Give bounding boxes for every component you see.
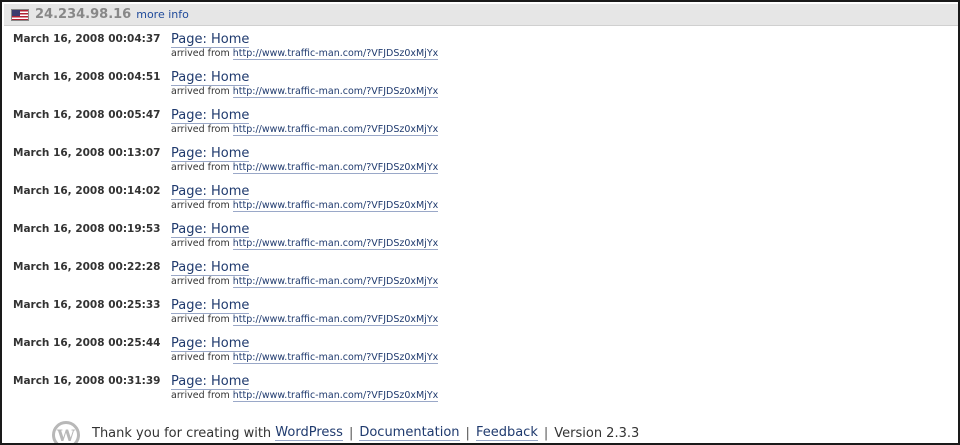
admin-footer: W Thank you for creating with WordPress |… — [52, 420, 640, 443]
hit-timestamp: March 16, 2008 00:19:53 — [13, 223, 161, 235]
hit-list: March 16, 2008 00:04:37 Page: Home arriv… — [13, 32, 913, 412]
footer-separator: | — [465, 425, 470, 441]
stats-window: 24.234.98.16 more info March 16, 2008 00… — [0, 0, 960, 445]
feedback-link[interactable]: Feedback — [475, 425, 538, 441]
arrived-from-label: arrived from — [171, 352, 230, 363]
referrer-link[interactable]: http://www.traffic-man.com/?VFJDSz0xMjYx — [232, 86, 439, 98]
footer-separator: | — [348, 425, 354, 441]
hit-row: March 16, 2008 00:25:33 Page: Home arriv… — [13, 298, 913, 336]
us-flag-icon — [11, 8, 29, 21]
arrived-from-label: arrived from — [171, 238, 230, 249]
wordpress-link[interactable]: WordPress — [275, 425, 343, 441]
hit-page-link[interactable]: Page: Home — [171, 184, 250, 200]
hit-page-link[interactable]: Page: Home — [171, 336, 250, 352]
wordpress-logo-icon: W — [52, 421, 80, 443]
hit-row: March 16, 2008 00:05:47 Page: Home arriv… — [13, 108, 913, 146]
hit-arrived-from: arrived from http://www.traffic-man.com/… — [171, 390, 439, 402]
hit-row: March 16, 2008 00:19:53 Page: Home arriv… — [13, 222, 913, 260]
hit-page-link[interactable]: Page: Home — [171, 32, 250, 48]
hit-timestamp: March 16, 2008 00:31:39 — [13, 375, 161, 387]
visitor-ip: 24.234.98.16 — [35, 7, 132, 22]
referrer-link[interactable]: http://www.traffic-man.com/?VFJDSz0xMjYx — [232, 276, 439, 288]
hit-page-link[interactable]: Page: Home — [171, 70, 250, 86]
arrived-from-label: arrived from — [171, 314, 230, 325]
hit-timestamp: March 16, 2008 00:13:07 — [13, 147, 161, 159]
hit-row: March 16, 2008 00:04:37 Page: Home arriv… — [13, 32, 913, 70]
hit-arrived-from: arrived from http://www.traffic-man.com/… — [171, 48, 439, 60]
arrived-from-label: arrived from — [171, 162, 230, 173]
hit-row: March 16, 2008 00:14:02 Page: Home arriv… — [13, 184, 913, 222]
hit-arrived-from: arrived from http://www.traffic-man.com/… — [171, 86, 439, 98]
hit-arrived-from: arrived from http://www.traffic-man.com/… — [171, 162, 439, 174]
hit-row: March 16, 2008 00:22:28 Page: Home arriv… — [13, 260, 913, 298]
hit-arrived-from: arrived from http://www.traffic-man.com/… — [171, 276, 439, 288]
referrer-link[interactable]: http://www.traffic-man.com/?VFJDSz0xMjYx — [232, 314, 439, 326]
hit-arrived-from: arrived from http://www.traffic-man.com/… — [171, 352, 439, 364]
hit-page-link[interactable]: Page: Home — [171, 146, 250, 162]
arrived-from-label: arrived from — [171, 200, 230, 211]
hit-page-link[interactable]: Page: Home — [171, 260, 250, 276]
hit-page-link[interactable]: Page: Home — [171, 222, 250, 238]
hit-row: March 16, 2008 00:31:39 Page: Home arriv… — [13, 374, 913, 412]
referrer-link[interactable]: http://www.traffic-man.com/?VFJDSz0xMjYx — [232, 352, 439, 364]
more-info-link[interactable]: more info — [136, 8, 189, 21]
hit-page-link[interactable]: Page: Home — [171, 108, 250, 124]
hit-timestamp: March 16, 2008 00:04:51 — [13, 71, 161, 83]
arrived-from-label: arrived from — [171, 124, 230, 135]
hit-timestamp: March 16, 2008 00:25:44 — [13, 337, 161, 349]
hit-timestamp: March 16, 2008 00:05:47 — [13, 109, 161, 121]
hit-arrived-from: arrived from http://www.traffic-man.com/… — [171, 200, 439, 212]
referrer-link[interactable]: http://www.traffic-man.com/?VFJDSz0xMjYx — [232, 124, 439, 136]
arrived-from-label: arrived from — [171, 390, 230, 401]
hit-page-link[interactable]: Page: Home — [171, 374, 250, 390]
arrived-from-label: arrived from — [171, 86, 230, 97]
hit-arrived-from: arrived from http://www.traffic-man.com/… — [171, 238, 439, 250]
version-text: Version 2.3.3 — [554, 425, 640, 441]
hit-timestamp: March 16, 2008 00:22:28 — [13, 261, 161, 273]
footer-thanks-text: Thank you for creating with — [92, 425, 272, 441]
referrer-link[interactable]: http://www.traffic-man.com/?VFJDSz0xMjYx — [232, 162, 439, 174]
hit-row: March 16, 2008 00:25:44 Page: Home arriv… — [13, 336, 913, 374]
hit-timestamp: March 16, 2008 00:04:37 — [13, 33, 161, 45]
hit-arrived-from: arrived from http://www.traffic-man.com/… — [171, 124, 439, 136]
footer-separator: | — [543, 425, 549, 441]
hit-arrived-from: arrived from http://www.traffic-man.com/… — [171, 314, 439, 326]
documentation-link[interactable]: Documentation — [359, 425, 460, 441]
hit-page-link[interactable]: Page: Home — [171, 298, 250, 314]
hit-row: March 16, 2008 00:04:51 Page: Home arriv… — [13, 70, 913, 108]
referrer-link[interactable]: http://www.traffic-man.com/?VFJDSz0xMjYx — [232, 48, 439, 60]
hit-timestamp: March 16, 2008 00:25:33 — [13, 299, 161, 311]
referrer-link[interactable]: http://www.traffic-man.com/?VFJDSz0xMjYx — [232, 238, 439, 250]
referrer-link[interactable]: http://www.traffic-man.com/?VFJDSz0xMjYx — [232, 390, 439, 402]
hit-row: March 16, 2008 00:13:07 Page: Home arriv… — [13, 146, 913, 184]
hit-timestamp: March 16, 2008 00:14:02 — [13, 185, 161, 197]
arrived-from-label: arrived from — [171, 276, 230, 287]
referrer-link[interactable]: http://www.traffic-man.com/?VFJDSz0xMjYx — [232, 200, 439, 212]
arrived-from-label: arrived from — [171, 48, 230, 59]
visitor-header: 24.234.98.16 more info — [4, 4, 958, 26]
